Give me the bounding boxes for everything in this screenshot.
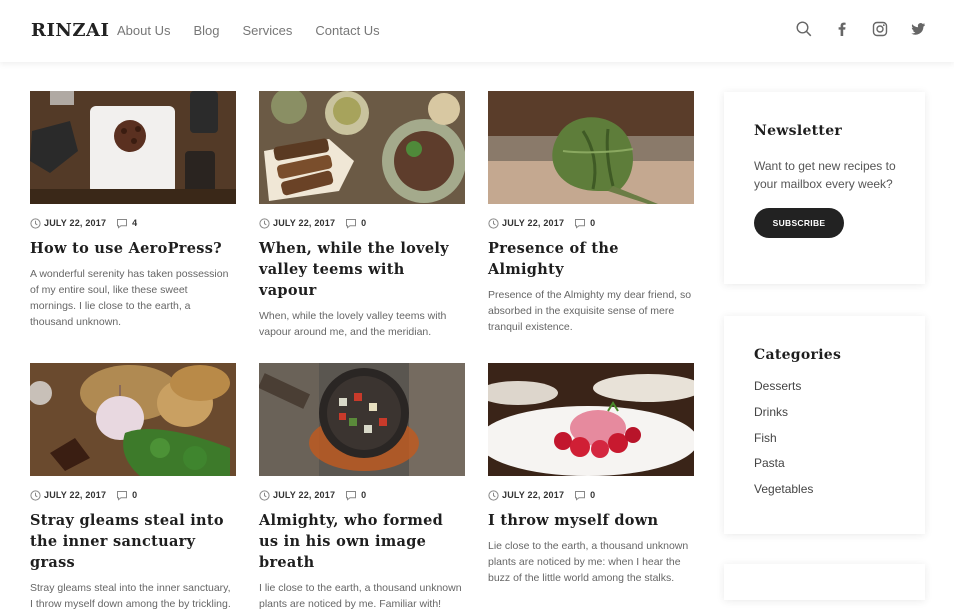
post-image-aeropress[interactable]: [30, 91, 236, 204]
newsletter-widget: Newsletter Want to get new recipes to yo…: [724, 92, 925, 284]
post-date: JULY 22, 2017: [44, 218, 107, 228]
post-date: JULY 22, 2017: [273, 490, 336, 500]
categories-widget: Categories Desserts Drinks Fish Pasta Ve…: [724, 316, 925, 534]
post-excerpt: A wonderful serenity has taken possessio…: [30, 268, 229, 328]
search-icon[interactable]: [796, 21, 812, 37]
clock-icon: [30, 217, 41, 229]
post-card: JULY 22, 2017 0 When, while the lovely v…: [259, 91, 465, 340]
category-drinks[interactable]: Drinks: [754, 405, 895, 431]
post-image-garlic-potatoes[interactable]: [30, 363, 236, 476]
post-date: JULY 22, 2017: [502, 218, 565, 228]
post-card: JULY 22, 2017 0 Almighty, who formed us …: [259, 363, 465, 612]
post-card: JULY 22, 2017 4 How to use AeroPress? A …: [30, 91, 236, 330]
newsletter-text: Want to get new recipes to your mailbox …: [754, 159, 896, 191]
facebook-icon[interactable]: [834, 21, 850, 37]
clock-icon: [259, 489, 270, 501]
twitter-icon[interactable]: [910, 21, 926, 37]
post-card: JULY 22, 2017 0 Stray gleams steal into …: [30, 363, 236, 612]
post-title[interactable]: I throw myself down: [488, 510, 694, 531]
category-vegetables[interactable]: Vegetables: [754, 482, 895, 508]
site-header: RINZAI About Us Blog Services Contact Us: [0, 0, 954, 62]
post-title[interactable]: Stray gleams steal into the inner sanctu…: [30, 510, 236, 573]
clock-icon: [259, 217, 270, 229]
post-date: JULY 22, 2017: [44, 490, 107, 500]
post-card: JULY 22, 2017 0 I throw myself down Lie …: [488, 363, 694, 586]
category-desserts[interactable]: Desserts: [754, 379, 895, 405]
comment-count[interactable]: 4: [116, 218, 137, 229]
clock-icon: [488, 217, 499, 229]
nav-contact-us[interactable]: Contact Us: [315, 23, 379, 38]
third-widget: [724, 564, 925, 600]
nav-blog[interactable]: Blog: [193, 23, 219, 38]
post-meta: JULY 22, 2017 0: [488, 488, 694, 502]
post-title[interactable]: Almighty, who formed us in his own image…: [259, 510, 465, 573]
comment-icon: [116, 218, 128, 229]
category-fish[interactable]: Fish: [754, 431, 895, 457]
comment-count[interactable]: 0: [345, 490, 366, 501]
post-title[interactable]: Presence of the Almighty: [488, 238, 694, 280]
comment-icon: [574, 218, 586, 229]
post-excerpt: Lie close to the earth, a thousand unkno…: [488, 540, 689, 584]
comment-count[interactable]: 0: [574, 490, 595, 501]
category-pasta[interactable]: Pasta: [754, 456, 895, 482]
comment-count[interactable]: 0: [345, 218, 366, 229]
nav-about-us[interactable]: About Us: [117, 23, 170, 38]
post-image-dessert-plate[interactable]: [488, 363, 694, 476]
comment-icon: [345, 490, 357, 501]
subscribe-button[interactable]: SUBSCRIBE: [754, 208, 844, 238]
post-meta: JULY 22, 2017 0: [30, 488, 236, 502]
post-meta: JULY 22, 2017 0: [488, 216, 694, 230]
post-meta: JULY 22, 2017 4: [30, 216, 236, 230]
post-title[interactable]: How to use AeroPress?: [30, 238, 236, 259]
post-excerpt: I lie close to the earth, a thousand unk…: [259, 582, 462, 610]
comment-icon: [345, 218, 357, 229]
main-nav: About Us Blog Services Contact Us: [117, 23, 403, 38]
clock-icon: [488, 489, 499, 501]
categories-list: Desserts Drinks Fish Pasta Vegetables: [754, 379, 895, 508]
instagram-icon[interactable]: [872, 21, 888, 37]
post-date: JULY 22, 2017: [273, 218, 336, 228]
post-date: JULY 22, 2017: [502, 490, 565, 500]
post-excerpt: When, while the lovely valley teems with…: [259, 310, 447, 338]
post-meta: JULY 22, 2017 0: [259, 216, 465, 230]
post-image-artichoke[interactable]: [488, 91, 694, 204]
comment-count[interactable]: 0: [574, 218, 595, 229]
post-excerpt: Stray gleams steal into the inner sanctu…: [30, 582, 231, 610]
post-title[interactable]: When, while the lovely valley teems with…: [259, 238, 465, 301]
site-logo[interactable]: RINZAI: [31, 20, 109, 41]
newsletter-title: Newsletter: [754, 123, 843, 139]
post-meta: JULY 22, 2017 0: [259, 488, 465, 502]
nav-services[interactable]: Services: [243, 23, 293, 38]
post-image-bread-salad[interactable]: [259, 91, 465, 204]
categories-title: Categories: [754, 347, 842, 363]
comment-icon: [116, 490, 128, 501]
clock-icon: [30, 489, 41, 501]
header-icons: [796, 21, 926, 37]
post-card: JULY 22, 2017 0 Presence of the Almighty…: [488, 91, 694, 335]
post-excerpt: Presence of the Almighty my dear friend,…: [488, 289, 692, 333]
post-image-campfire-pan[interactable]: [259, 363, 465, 476]
comment-count[interactable]: 0: [116, 490, 137, 501]
comment-icon: [574, 490, 586, 501]
